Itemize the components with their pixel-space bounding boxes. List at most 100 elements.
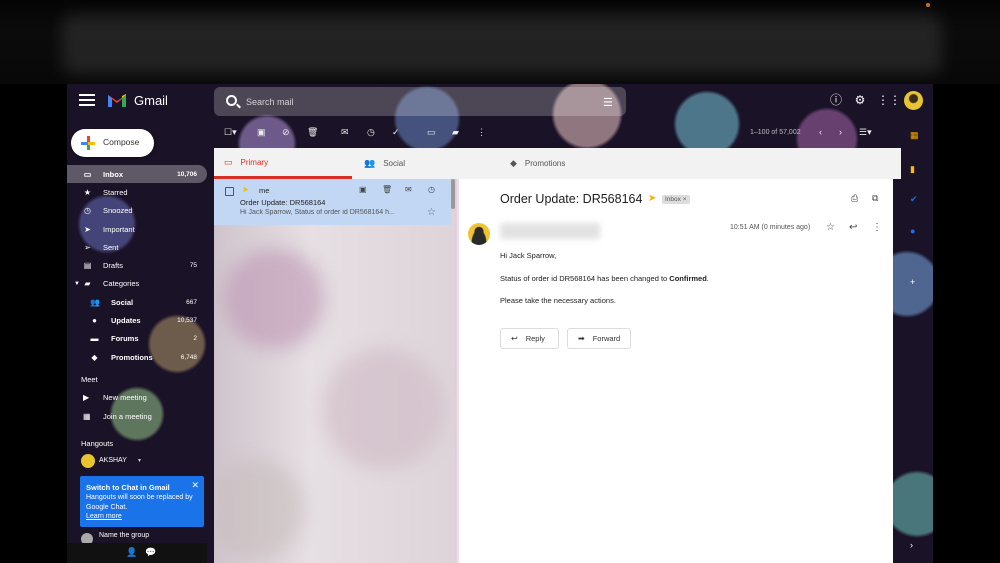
important-marker-icon[interactable]: ➤ [648, 193, 656, 204]
label-as-icon[interactable]: ▰ [452, 127, 459, 138]
sidebar-item-starred[interactable]: ★ Starred [67, 183, 207, 201]
account-avatar[interactable] [904, 91, 923, 110]
archive-icon[interactable]: ▣ [257, 127, 266, 138]
caret-down-icon[interactable]: ▼ [74, 281, 80, 287]
email-status-line: Status of order id DR568164 has been cha… [500, 274, 709, 283]
chat-card-text: Hangouts will soon be replaced by Google… [86, 494, 193, 511]
more-options-icon[interactable]: ⋮ [872, 222, 882, 233]
gmail-window: Gmail ☰ ⓘ ⚙ ⋮⋮ Compose ▭ Inbox 10,706 ★ … [67, 84, 933, 563]
sidebar-item-label: Sent [103, 242, 119, 252]
chevron-right-icon[interactable]: › [910, 540, 913, 550]
drafts-count: 75 [189, 262, 197, 270]
more-options-icon[interactable]: ⋮ [477, 127, 486, 138]
inbox-label-chip[interactable]: Inbox × [662, 195, 690, 204]
sidebar-item-label: Important [103, 224, 135, 234]
blurred-background [214, 179, 455, 563]
tab-social[interactable]: 👥 Social [364, 148, 405, 179]
sidebar-item-inbox[interactable]: ▭ Inbox 10,706 [67, 165, 207, 184]
name-the-group-label[interactable]: Name the group [99, 532, 149, 539]
add-addon-icon[interactable]: + [910, 277, 915, 287]
forward-button[interactable]: ➡ Forward [567, 328, 631, 349]
search-input[interactable] [246, 94, 576, 110]
hangouts-user-name[interactable]: AKSHAY [99, 457, 127, 464]
delete-icon[interactable]: 🗑 [307, 127, 318, 138]
sidebar-item-drafts[interactable]: ▤ Drafts 75 [67, 256, 207, 274]
report-spam-icon[interactable]: ⊘ [282, 127, 290, 138]
contacts-icon[interactable]: ● [910, 226, 915, 236]
sidebar-item-label: Social [111, 297, 134, 307]
list-item[interactable]: ➤ me ▣ 🗑 ✉ ◷ Order Update: DR568164 Hi J… [214, 179, 451, 225]
caret-down-icon[interactable]: ▾ [138, 457, 141, 464]
plus-icon [81, 136, 95, 150]
sidebar-item-snoozed[interactable]: ◷ Snoozed [67, 202, 207, 220]
unread-count: 10,706 [177, 170, 197, 178]
compose-label: Compose [103, 137, 140, 147]
split-pane-toggle-icon[interactable]: ☰▾ [859, 127, 872, 138]
help-icon[interactable]: ⓘ [828, 92, 844, 108]
main-menu-icon[interactable] [79, 94, 95, 106]
join-meeting-label: Join a meeting [103, 412, 152, 421]
message-subject: Order Update: DR568164 [240, 198, 326, 207]
reading-pane: Order Update: DR568164 ➤ Inbox × ⎙ ⧉ 10:… [459, 179, 893, 563]
add-task-icon[interactable]: ✓ [392, 127, 400, 138]
tag-icon: ◆ [510, 158, 517, 168]
hangouts-avatar[interactable] [81, 454, 95, 468]
draft-icon: ▤ [83, 261, 92, 271]
social-count: 667 [186, 298, 197, 306]
apps-icon[interactable]: ⋮⋮ [877, 92, 901, 108]
compose-button[interactable]: Compose [71, 129, 154, 157]
print-icon[interactable]: ⎙ [851, 193, 858, 204]
settings-icon[interactable]: ⚙ [852, 92, 868, 108]
forum-icon: ▬ [90, 334, 99, 344]
star-icon[interactable]: ☆ [427, 207, 436, 218]
important-marker-icon[interactable]: ➤ [242, 185, 249, 194]
chat-card-title: Switch to Chat in Gmail [86, 483, 170, 492]
sidebar-item-label: Starred [103, 187, 128, 197]
sender-details-blurred [500, 223, 600, 239]
sidebar-item-promotions[interactable]: ◆ Promotions 6,748 [67, 348, 207, 366]
select-checkbox[interactable]: ☐▾ [224, 127, 237, 138]
delete-icon[interactable]: 🗑 [382, 185, 392, 194]
reply-button[interactable]: ↩ Reply [500, 328, 559, 349]
sidebar-item-sent[interactable]: ➢ Sent [67, 238, 207, 256]
search-options-icon[interactable]: ☰ [603, 96, 613, 109]
sidebar-item-updates[interactable]: ● Updates 10,537 [67, 311, 207, 329]
sidebar-item-label: Categories [103, 279, 140, 289]
tab-label: Promotions [524, 159, 566, 168]
email-greeting: Hi Jack Sparrow, [500, 251, 557, 260]
move-to-icon[interactable]: ▭ [427, 127, 436, 138]
search-icon[interactable] [226, 95, 237, 106]
hangouts-icon[interactable]: 💬 [145, 547, 156, 558]
chevron-right-icon[interactable]: › [839, 127, 842, 137]
sidebar-item-label: Forums [111, 334, 139, 344]
archive-icon[interactable]: ▣ [359, 185, 367, 194]
mark-read-icon[interactable]: ✉ [341, 127, 349, 138]
tasks-icon[interactable]: ✔ [910, 194, 918, 205]
sidebar-item-social[interactable]: 👥 Social 667 [67, 293, 207, 311]
tab-primary[interactable]: ▭ Primary [214, 148, 352, 179]
snooze-icon[interactable]: ◷ [367, 127, 375, 138]
snooze-icon[interactable]: ◷ [428, 185, 435, 194]
calendar-icon[interactable]: ▦ [910, 130, 919, 141]
keep-icon[interactable]: ▮ [910, 164, 915, 175]
sidebar-item-label: Drafts [103, 261, 124, 271]
tab-promotions[interactable]: ◆ Promotions [510, 148, 565, 179]
sidebar-item-important[interactable]: ➤ Important [67, 220, 207, 238]
reply-icon[interactable]: ↩ [849, 222, 857, 233]
learn-more-link[interactable]: Learn more [86, 512, 196, 522]
person-icon[interactable]: 👤 [126, 547, 137, 558]
sender-avatar [468, 223, 490, 245]
close-icon[interactable]: ✕ [191, 480, 199, 491]
search-bar[interactable]: ☰ [214, 87, 626, 116]
mark-read-icon[interactable]: ✉ [405, 185, 412, 194]
open-new-window-icon[interactable]: ⧉ [872, 193, 878, 204]
sidebar-item-categories[interactable]: ▼ ▰ Categories [67, 275, 207, 293]
sidebar-item-forums[interactable]: ▬ Forums 2 [67, 330, 207, 348]
browser-chrome [0, 0, 1000, 84]
email-subject: Order Update: DR568164 [500, 192, 643, 206]
people-icon: 👥 [364, 158, 376, 168]
row-checkbox[interactable] [225, 187, 234, 196]
chevron-left-icon[interactable]: ‹ [819, 127, 822, 137]
forums-count: 2 [193, 335, 197, 343]
star-icon[interactable]: ☆ [826, 222, 835, 233]
